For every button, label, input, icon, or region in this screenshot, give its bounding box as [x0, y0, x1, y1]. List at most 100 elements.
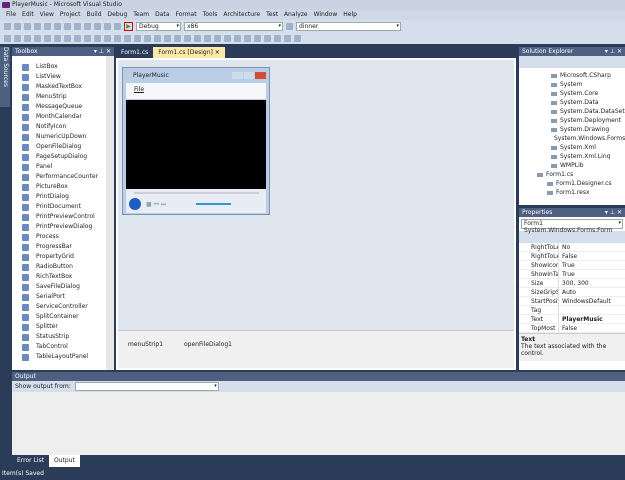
layout-tool-icon[interactable]: [84, 34, 91, 42]
property-row[interactable]: ShowInTaskbarTrue: [519, 270, 625, 279]
layout-tool-icon[interactable]: [264, 34, 271, 42]
minimize-icon[interactable]: [232, 72, 243, 79]
layout-tool-icon[interactable]: [284, 34, 291, 42]
toolbox-item[interactable]: RadioButton: [12, 262, 114, 272]
menu-view[interactable]: View: [37, 10, 57, 20]
layout-tool-icon[interactable]: [44, 34, 51, 42]
layout-tool-icon[interactable]: [64, 34, 71, 42]
toolbox-item[interactable]: PrintPreviewControl: [12, 212, 114, 222]
toolbox-item[interactable]: Panel: [12, 162, 114, 172]
maximize-icon[interactable]: [243, 72, 255, 79]
toolbox-item[interactable]: SerialPort: [12, 292, 114, 302]
reference-item[interactable]: System.Xml.Linq: [519, 152, 625, 161]
toolbox-item[interactable]: PerformanceCounter: [12, 172, 114, 182]
property-row[interactable]: ShowIcon True: [519, 261, 625, 270]
menu-help[interactable]: Help: [340, 10, 360, 20]
toolbox-item[interactable]: SaveFileDialog: [12, 282, 114, 292]
menu-edit[interactable]: Edit: [19, 10, 37, 20]
tab-form1-design[interactable]: Form1.cs [Design] ✕: [153, 47, 225, 58]
data-sources-tab[interactable]: Data Sources: [0, 47, 10, 107]
toolbox-item[interactable]: PrintPreviewDialog: [12, 222, 114, 232]
tray-openfiledialog[interactable]: openFileDialog1: [184, 341, 232, 348]
property-value[interactable]: False: [559, 252, 577, 260]
panel-controls[interactable]: ▾ ⊥ ✕: [94, 47, 111, 56]
menu-format[interactable]: Format: [172, 10, 199, 20]
layout-tool-icon[interactable]: [4, 34, 11, 42]
tray-menustrip[interactable]: menuStrip1: [128, 341, 163, 348]
toolbox-scrollbar[interactable]: [106, 56, 114, 370]
layout-tool-icon[interactable]: [254, 34, 261, 42]
tab-form1-cs[interactable]: Form1.cs: [116, 47, 153, 58]
menu-debug[interactable]: Debug: [105, 10, 131, 20]
menu-architecture[interactable]: Architecture: [220, 10, 263, 20]
reference-item[interactable]: System.Xml: [519, 143, 625, 152]
toolbox-item[interactable]: Splitter: [12, 322, 114, 332]
form-preview[interactable]: PlayerMusic File ■ ⏮ ⏭: [122, 67, 270, 215]
panel-controls[interactable]: ▾ ⊥ ✕: [605, 47, 622, 56]
tab-output[interactable]: Output: [49, 455, 80, 467]
property-row[interactable]: Text PlayerMusic: [519, 315, 625, 324]
solution-file-form1[interactable]: Form1.cs: [519, 170, 625, 179]
copy-icon[interactable]: [64, 22, 71, 30]
add-item-icon[interactable]: [14, 22, 21, 30]
toolbox-item[interactable]: TabControl: [12, 342, 114, 352]
start-debugging-button[interactable]: ▶: [124, 21, 133, 31]
solution-child-file[interactable]: Form1.Designer.cs: [519, 179, 625, 188]
reference-item[interactable]: WMPLib: [519, 161, 625, 170]
redo-icon[interactable]: [94, 22, 101, 30]
layout-tool-icon[interactable]: [154, 34, 161, 42]
property-row[interactable]: StartPositionWindowsDefault: [519, 297, 625, 306]
property-row[interactable]: RightToLeftNo: [519, 243, 625, 252]
toolbox-item[interactable]: PictureBox: [12, 182, 114, 192]
property-row[interactable]: SizeGripStyleAuto: [519, 288, 625, 297]
layout-tool-icon[interactable]: [274, 34, 281, 42]
panel-controls[interactable]: ▾ ⊥ ✕: [605, 208, 622, 217]
layout-tool-icon[interactable]: [204, 34, 211, 42]
stop-icon[interactable]: ■ ⏮ ⏭: [146, 201, 166, 209]
configuration-select[interactable]: Debug: [136, 21, 181, 31]
menu-project[interactable]: Project: [57, 10, 84, 20]
property-value[interactable]: True: [559, 261, 575, 269]
toolbox-item[interactable]: ProgressBar: [12, 242, 114, 252]
menu-build[interactable]: Build: [83, 10, 104, 20]
new-project-icon[interactable]: [4, 22, 11, 30]
property-row[interactable]: RightToLeftLayoutFalse: [519, 252, 625, 261]
save-icon[interactable]: [34, 22, 41, 30]
property-row[interactable]: Tag: [519, 306, 625, 315]
layout-tool-icon[interactable]: [184, 34, 191, 42]
toolbox-item[interactable]: PageSetupDialog: [12, 152, 114, 162]
reference-item[interactable]: System.Deployment: [519, 116, 625, 125]
property-row[interactable]: Size 300, 300: [519, 279, 625, 288]
toolbox-item[interactable]: ServiceController: [12, 302, 114, 312]
toolbox-item[interactable]: PrintDocument: [12, 202, 114, 212]
menu-team[interactable]: Team: [130, 10, 152, 20]
layout-tool-icon[interactable]: [164, 34, 171, 42]
property-row[interactable]: TopMost False: [519, 324, 625, 333]
save-all-icon[interactable]: [44, 22, 51, 30]
toolbox-item[interactable]: RichTextBox: [12, 272, 114, 282]
layout-tool-icon[interactable]: [194, 34, 201, 42]
reference-item[interactable]: System.Core: [519, 89, 625, 98]
property-value[interactable]: 300, 300: [559, 279, 589, 287]
play-icon[interactable]: [129, 198, 141, 210]
toolbox-item[interactable]: PrintDialog: [12, 192, 114, 202]
property-value[interactable]: WindowsDefault: [559, 297, 611, 305]
tab-error-list[interactable]: Error List: [12, 455, 49, 467]
layout-tool-icon[interactable]: [134, 34, 141, 42]
layout-tool-icon[interactable]: [234, 34, 241, 42]
layout-tool-icon[interactable]: [54, 34, 61, 42]
menu-window[interactable]: Window: [311, 10, 341, 20]
menu-data[interactable]: Data: [152, 10, 172, 20]
solution-child-file[interactable]: Form1.resx: [519, 188, 625, 197]
reference-item[interactable]: System.Windows.Forms: [519, 134, 625, 143]
form-menu-file[interactable]: File: [126, 83, 266, 99]
find-input[interactable]: dinner: [296, 21, 401, 31]
layout-tool-icon[interactable]: [144, 34, 151, 42]
reference-item[interactable]: System.Data.DataSet: [519, 107, 625, 116]
layout-tool-icon[interactable]: [34, 34, 41, 42]
menu-tools[interactable]: Tools: [200, 10, 221, 20]
reference-item[interactable]: System: [519, 80, 625, 89]
layout-tool-icon[interactable]: [224, 34, 231, 42]
toolbox-item[interactable]: MaskedTextBox: [12, 82, 114, 92]
seek-bar[interactable]: [134, 192, 259, 194]
